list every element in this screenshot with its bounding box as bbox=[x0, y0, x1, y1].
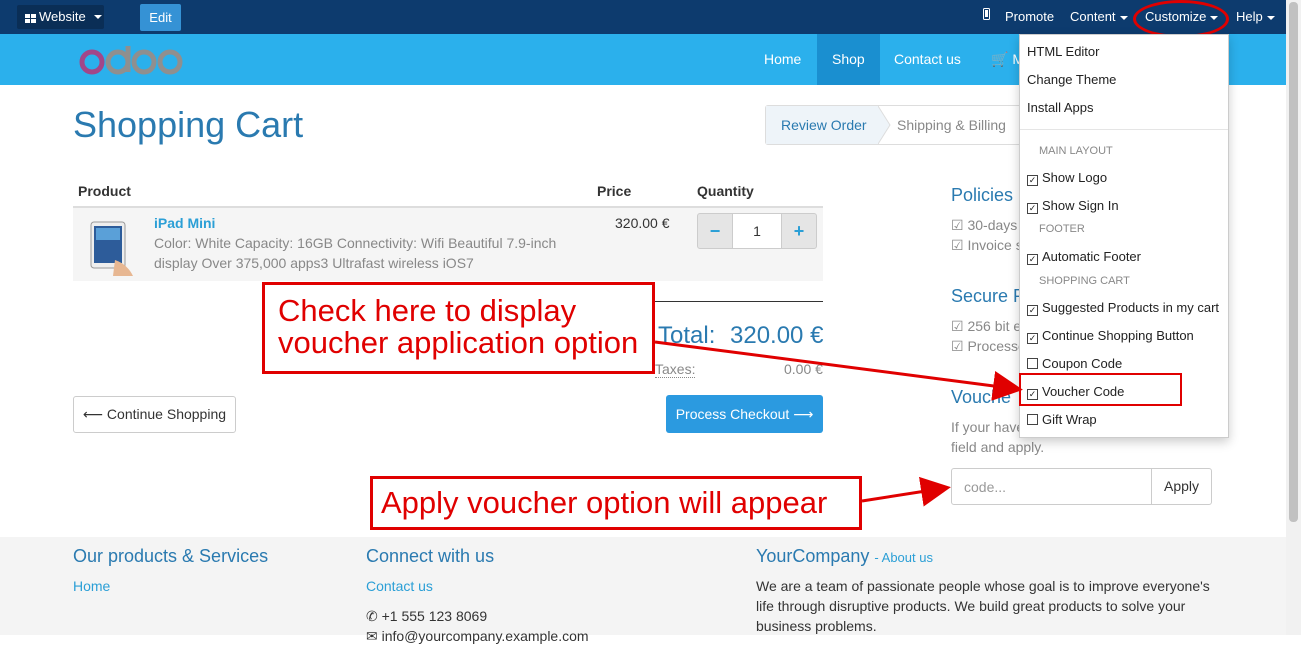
arrow-to-voucher-input bbox=[861, 476, 951, 507]
arrow-to-voucher-code bbox=[654, 340, 1023, 401]
scrollbar-thumb[interactable] bbox=[1289, 2, 1298, 522]
page-scrollbar[interactable] bbox=[1286, 0, 1301, 635]
callout-apply-voucher-text: Apply voucher option will appear bbox=[381, 485, 828, 520]
callout-check-here-text: Check here to display voucher applicatio… bbox=[278, 293, 639, 360]
callout-check-here: Check here to display voucher applicatio… bbox=[262, 282, 655, 374]
callout-apply-voucher: Apply voucher option will appear bbox=[370, 476, 862, 530]
